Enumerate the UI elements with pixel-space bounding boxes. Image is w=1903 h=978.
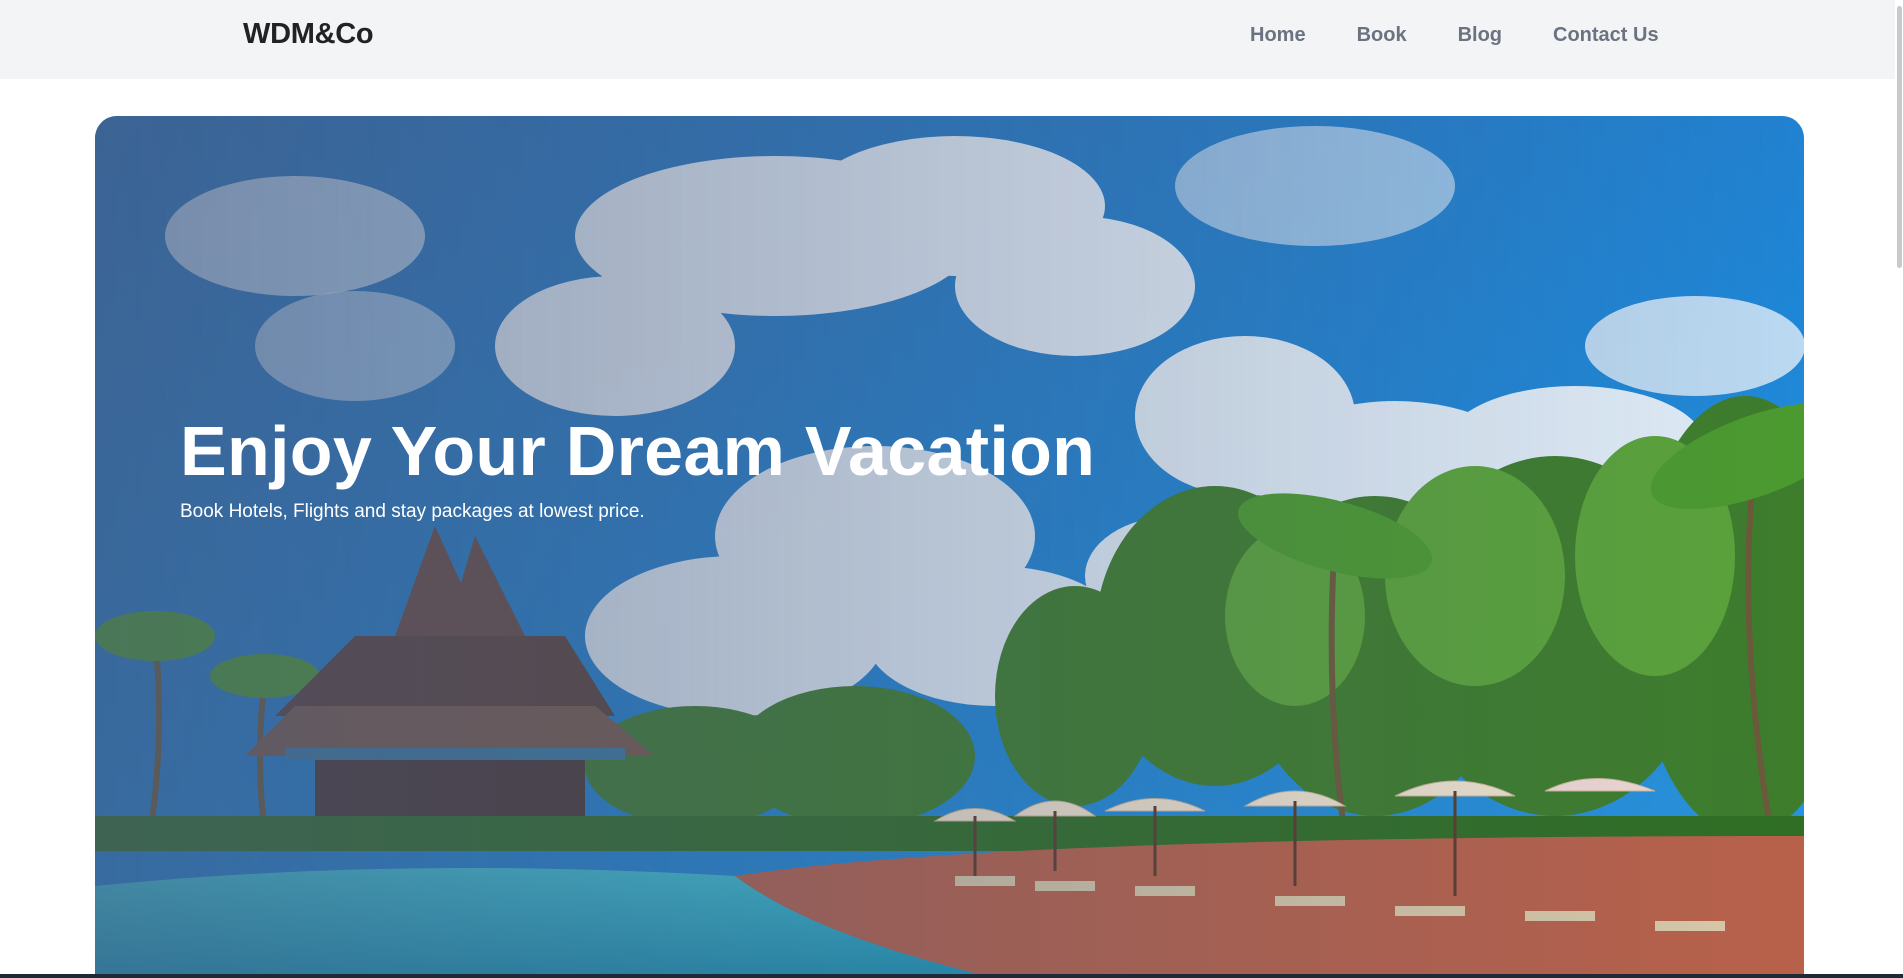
main-nav: Home Book Blog Contact Us [1250, 24, 1710, 47]
hero-banner: Enjoy Your Dream Vacation Book Hotels, F… [95, 116, 1804, 978]
hero-subtitle: Book Hotels, Flights and stay packages a… [180, 501, 645, 522]
nav-link-blog[interactable]: Blog [1458, 24, 1502, 47]
nav-link-book[interactable]: Book [1357, 24, 1407, 47]
site-header: WDM&Co Home Book Blog Contact Us [0, 0, 1903, 79]
page-scrollbar[interactable] [1895, 0, 1903, 978]
hero-title: Enjoy Your Dream Vacation [180, 412, 1096, 490]
brand-logo[interactable]: WDM&Co [243, 18, 374, 51]
viewport-bottom-edge [0, 974, 1903, 978]
hero-background-image [95, 116, 1804, 978]
nav-link-contact[interactable]: Contact Us [1553, 24, 1659, 47]
nav-link-home[interactable]: Home [1250, 24, 1306, 47]
scrollbar-thumb[interactable] [1897, 6, 1902, 268]
